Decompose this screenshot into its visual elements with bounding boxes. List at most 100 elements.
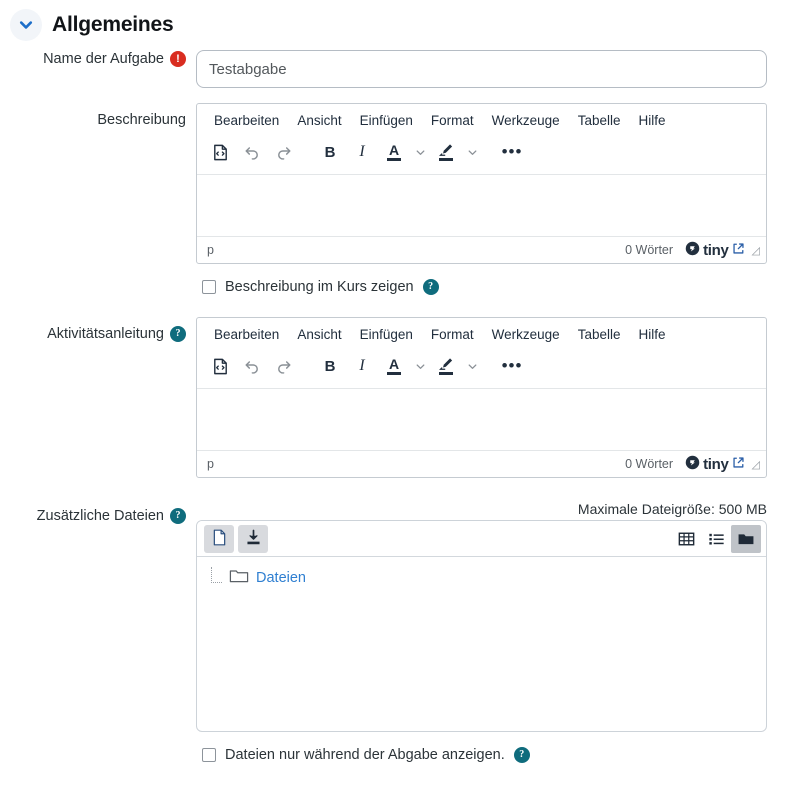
- file-tree-root-item[interactable]: Dateien: [211, 567, 766, 589]
- description-editor-content[interactable]: [197, 175, 766, 236]
- help-circle-icon[interactable]: ?: [170, 326, 186, 343]
- required-exclamation-icon: !: [170, 51, 186, 68]
- file-manager-view-toggle: [671, 524, 761, 553]
- page-title: Allgemeines: [52, 13, 174, 36]
- add-file-button[interactable]: [204, 524, 234, 553]
- text-color-icon[interactable]: A: [379, 138, 409, 166]
- menu-werkzeuge[interactable]: Werkzeuge: [483, 324, 569, 345]
- menu-einfuegen[interactable]: Einfügen: [351, 324, 422, 345]
- max-filesize-text: Maximale Dateigröße: 500 MB: [577, 501, 767, 517]
- control-additional-files: Maximale Dateigröße: 500 MB Dateien Date…: [196, 501, 785, 763]
- source-code-icon[interactable]: [205, 352, 235, 380]
- field-row-assignment-name: Name der Aufgabe !: [0, 50, 785, 88]
- download-icon: [245, 529, 262, 549]
- menu-hilfe[interactable]: Hilfe: [629, 110, 674, 131]
- activity-editor-menubar: Bearbeiten Ansicht Einfügen Format Werkz…: [197, 318, 766, 349]
- checkbox-row-show-description: Beschreibung im Kurs zeigen ?: [202, 279, 777, 295]
- help-circle-icon[interactable]: ?: [422, 279, 439, 295]
- highlight-color-icon[interactable]: [431, 138, 461, 166]
- assignment-name-input[interactable]: [196, 50, 767, 88]
- highlight-color-chevron-icon[interactable]: [463, 352, 481, 380]
- activity-editor-statusbar: p 0 Wörter tiny ◿: [197, 450, 766, 477]
- description-editor: Bearbeiten Ansicht Einfügen Format Werkz…: [196, 103, 767, 264]
- highlight-color-chevron-icon[interactable]: [463, 138, 481, 166]
- assignment-settings-form: Allgemeines Name der Aufgabe ! Beschreib…: [0, 0, 785, 801]
- help-circle-icon[interactable]: ?: [170, 508, 186, 525]
- menu-werkzeuge[interactable]: Werkzeuge: [483, 110, 569, 131]
- list-view-icon[interactable]: [701, 525, 731, 553]
- text-color-glyph: A: [387, 143, 401, 161]
- bold-icon[interactable]: B: [315, 352, 345, 380]
- menu-format[interactable]: Format: [422, 324, 483, 345]
- description-editor-statusbar: p 0 Wörter tiny ◿: [197, 236, 766, 263]
- word-count: 0 Wörter: [625, 457, 674, 471]
- word-count: 0 Wörter: [625, 243, 674, 257]
- menu-einfuegen[interactable]: Einfügen: [351, 110, 422, 131]
- tiny-brand-text: tiny: [703, 241, 729, 259]
- text-color-chevron-icon[interactable]: [411, 138, 429, 166]
- field-row-activity-instructions: Aktivitätsanleitung ? Bearbeiten Ansicht…: [0, 317, 785, 478]
- resize-grip-icon[interactable]: ◿: [752, 458, 760, 471]
- help-circle-icon[interactable]: ?: [513, 747, 530, 763]
- checkbox-row-show-files-during-submission: Dateien nur während der Abgabe anzeigen.…: [202, 747, 777, 763]
- menu-tabelle[interactable]: Tabelle: [569, 324, 630, 345]
- show-description-label[interactable]: Beschreibung im Kurs zeigen: [225, 279, 414, 295]
- folder-link-dateien[interactable]: Dateien: [256, 570, 306, 586]
- control-assignment-name: [196, 50, 785, 88]
- text-color-glyph: A: [387, 357, 401, 375]
- italic-icon[interactable]: I: [347, 352, 377, 380]
- element-path[interactable]: p: [207, 243, 625, 257]
- undo-icon[interactable]: [237, 352, 267, 380]
- menu-format[interactable]: Format: [422, 110, 483, 131]
- undo-icon[interactable]: [237, 138, 267, 166]
- file-manager-body[interactable]: Dateien: [197, 557, 766, 731]
- tiny-brand-link[interactable]: tiny: [685, 455, 744, 474]
- menu-tabelle[interactable]: Tabelle: [569, 110, 630, 131]
- highlight-bar: [439, 158, 453, 161]
- text-color-bar: [387, 372, 401, 375]
- menu-bearbeiten[interactable]: Bearbeiten: [205, 324, 288, 345]
- highlight-glyph: [438, 357, 454, 375]
- bold-icon[interactable]: B: [315, 138, 345, 166]
- text-color-chevron-icon[interactable]: [411, 352, 429, 380]
- text-color-letter: A: [388, 142, 400, 159]
- source-code-icon[interactable]: [205, 138, 235, 166]
- show-description-checkbox[interactable]: [202, 280, 216, 294]
- more-options-icon[interactable]: •••: [497, 352, 527, 380]
- label-additional-files-text: Zusätzliche Dateien: [36, 508, 164, 524]
- show-files-during-submission-checkbox[interactable]: [202, 748, 216, 762]
- grid-view-icon[interactable]: [671, 525, 701, 553]
- show-files-during-submission-label[interactable]: Dateien nur während der Abgabe anzeigen.: [225, 747, 505, 763]
- activity-instructions-editor: Bearbeiten Ansicht Einfügen Format Werkz…: [196, 317, 767, 478]
- resize-grip-icon[interactable]: ◿: [752, 244, 760, 257]
- italic-icon[interactable]: I: [347, 138, 377, 166]
- field-row-additional-files: Zusätzliche Dateien ? Maximale Dateigröß…: [0, 501, 785, 763]
- folder-tree-view-icon[interactable]: [731, 524, 761, 553]
- control-description: Bearbeiten Ansicht Einfügen Format Werkz…: [196, 103, 785, 295]
- label-activity-instructions-text: Aktivitätsanleitung: [47, 326, 164, 342]
- external-link-icon: [732, 242, 745, 259]
- menu-ansicht[interactable]: Ansicht: [288, 324, 350, 345]
- element-path[interactable]: p: [207, 457, 625, 471]
- highlight-color-icon[interactable]: [431, 352, 461, 380]
- more-options-icon[interactable]: •••: [497, 138, 527, 166]
- text-color-bar: [387, 158, 401, 161]
- tree-connector-line: [211, 567, 222, 583]
- label-assignment-name-text: Name der Aufgabe: [43, 51, 164, 67]
- text-color-icon[interactable]: A: [379, 352, 409, 380]
- folder-icon: [229, 567, 249, 589]
- redo-icon[interactable]: [269, 138, 299, 166]
- menu-ansicht[interactable]: Ansicht: [288, 110, 350, 131]
- field-row-description: Beschreibung Bearbeiten Ansicht Einfügen…: [0, 103, 785, 295]
- label-description: Beschreibung: [0, 103, 196, 130]
- file-manager-toolbar: [197, 521, 766, 557]
- menu-hilfe[interactable]: Hilfe: [629, 324, 674, 345]
- tiny-brand-text: tiny: [703, 455, 729, 473]
- redo-icon[interactable]: [269, 352, 299, 380]
- collapse-section-button[interactable]: [10, 9, 42, 41]
- activity-editor-content[interactable]: [197, 389, 766, 450]
- tiny-brand-link[interactable]: tiny: [685, 241, 744, 260]
- download-all-button[interactable]: [238, 524, 268, 553]
- control-activity-instructions: Bearbeiten Ansicht Einfügen Format Werkz…: [196, 317, 785, 478]
- menu-bearbeiten[interactable]: Bearbeiten: [205, 110, 288, 131]
